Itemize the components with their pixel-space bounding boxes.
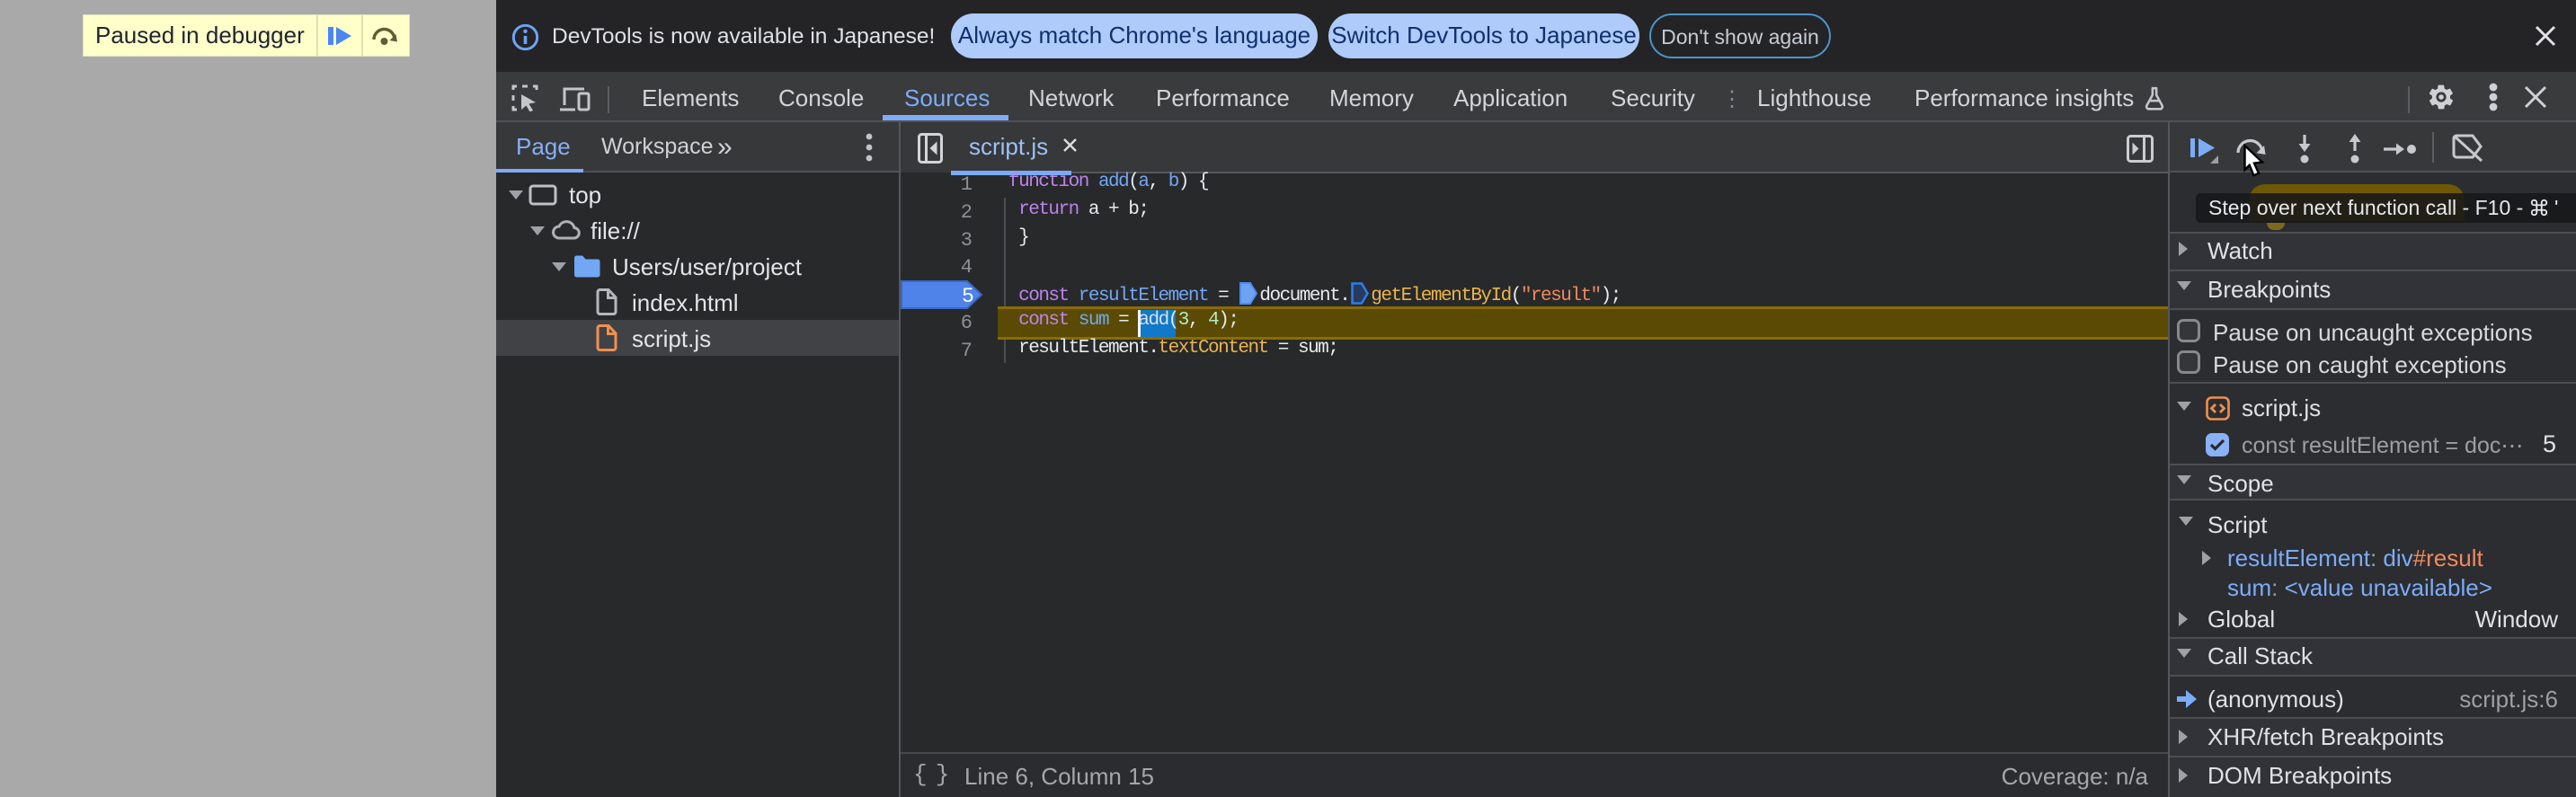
svg-text:5: 5	[962, 285, 974, 308]
